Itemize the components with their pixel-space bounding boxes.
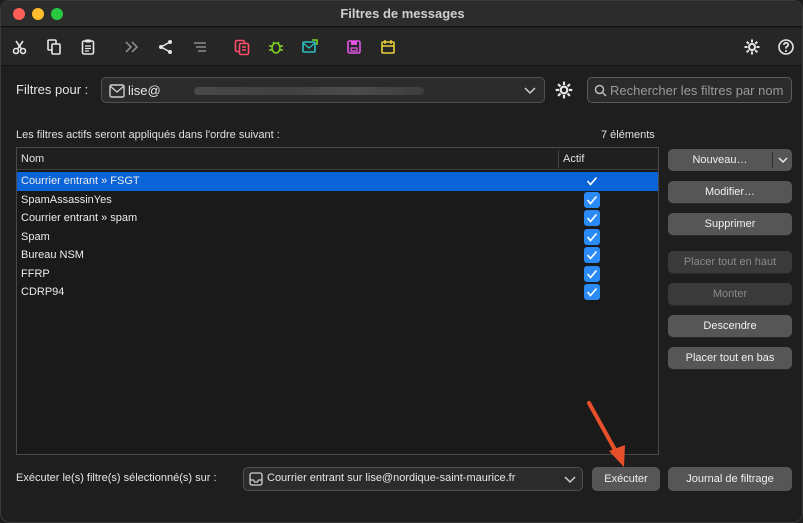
check-icon <box>586 287 598 297</box>
folder-icon[interactable] <box>377 36 399 58</box>
move-to-bottom-button[interactable]: Placer tout en bas <box>668 347 792 369</box>
list-header: Nom Actif <box>17 148 658 170</box>
filters-window: Filtres de messages Filtres pour: lise@… <box>0 0 803 523</box>
filter-log-button[interactable]: Journal de filtrage <box>668 467 792 491</box>
filter-row[interactable]: SpamAssassinYes <box>17 191 658 210</box>
account-icon <box>109 84 125 98</box>
order-description: Les filtres actifs seront appliqués dans… <box>16 129 280 141</box>
copy-to-icon[interactable] <box>231 36 253 58</box>
annotation-arrow <box>587 401 625 467</box>
save-icon[interactable] <box>343 36 365 58</box>
check-icon <box>586 213 598 223</box>
filter-name: Spam <box>21 230 50 243</box>
column-name-header[interactable]: Nom <box>21 153 44 165</box>
run-filters-label: Exécuter le(s) filtre(s) sélectionné(s) … <box>16 472 217 484</box>
move-up-button[interactable]: Monter <box>668 283 792 305</box>
check-icon <box>586 195 598 205</box>
new-filter-split-button: Nouveau… <box>668 149 792 171</box>
chevron-down-icon <box>564 476 576 484</box>
filter-row[interactable]: CDRP94 <box>17 283 658 302</box>
chevron-down-icon <box>778 157 787 163</box>
filter-name: Bureau NSM <box>21 249 84 261</box>
filter-name: Courrier entrant » FSGT <box>21 175 140 187</box>
settings-icon[interactable] <box>741 36 763 58</box>
active-checkbox[interactable] <box>584 228 600 245</box>
forward-icon[interactable] <box>121 36 143 58</box>
check-icon <box>586 232 598 242</box>
edit-filter-button[interactable]: Modifier… <box>668 181 792 203</box>
column-divider <box>558 150 559 168</box>
active-checkbox[interactable] <box>584 173 600 189</box>
chevron-down-icon <box>524 87 536 95</box>
filter-row[interactable]: Spam <box>17 228 658 247</box>
filter-name: Courrier entrant » spam <box>21 212 138 224</box>
run-folder-value: Courrier entrant sur lise@nordique-saint… <box>267 472 516 484</box>
list-icon[interactable] <box>189 36 211 58</box>
active-checkbox[interactable] <box>584 265 600 282</box>
check-icon <box>586 269 598 279</box>
window-title: Filtres de messages <box>340 6 465 21</box>
redacted-email <box>194 87 424 95</box>
items-count: 7 éléments <box>601 129 655 141</box>
filters-for-row: Filtres pour : lise@ <box>1 77 802 105</box>
run-folder-select[interactable]: Courrier entrant sur lise@nordique-saint… <box>243 467 583 491</box>
help-icon[interactable] <box>775 36 797 58</box>
new-filter-button[interactable]: Nouveau… <box>668 149 772 171</box>
active-checkbox[interactable] <box>584 247 600 263</box>
paste-icon[interactable] <box>77 36 99 58</box>
filters-for-label: Filtres pour : <box>16 82 89 97</box>
filters-list[interactable]: Nom Actif Courrier entrant » FSGT SpamAs… <box>16 147 659 455</box>
filter-row[interactable]: Courrier entrant » FSGT <box>17 172 658 191</box>
filter-name: CDRP94 <box>21 286 65 298</box>
mail-send-icon[interactable] <box>299 36 321 58</box>
move-to-top-button[interactable]: Placer tout en haut <box>668 251 792 273</box>
copy-icon[interactable] <box>43 36 65 58</box>
cut-icon[interactable] <box>9 36 31 58</box>
filter-row[interactable]: FFRP <box>17 265 658 284</box>
new-filter-menu-button[interactable] <box>773 149 792 171</box>
filter-search[interactable] <box>587 77 792 103</box>
active-checkbox[interactable] <box>584 210 600 226</box>
bug-icon[interactable] <box>265 36 287 58</box>
filter-row[interactable]: Courrier entrant » spam <box>17 209 658 228</box>
title-bar: Filtres de messages <box>1 1 802 27</box>
filter-rows: Courrier entrant » FSGT SpamAssassinYes … <box>17 172 658 302</box>
search-input[interactable] <box>610 82 790 99</box>
account-select[interactable]: lise@ <box>101 77 545 103</box>
filter-name: FFRP <box>21 267 50 280</box>
account-settings-icon[interactable] <box>554 80 574 100</box>
share-icon[interactable] <box>155 36 177 58</box>
delete-filter-button[interactable]: Supprimer <box>668 213 792 235</box>
account-select-value: lise@ <box>128 83 161 98</box>
move-down-button[interactable]: Descendre <box>668 315 792 337</box>
check-icon <box>586 250 598 260</box>
toolbar <box>1 28 802 66</box>
inbox-icon <box>249 472 263 486</box>
active-checkbox[interactable] <box>584 191 600 208</box>
filter-name: SpamAssassinYes <box>21 193 112 206</box>
column-active-header[interactable]: Actif <box>563 153 584 165</box>
run-filters-row: Exécuter le(s) filtre(s) sélectionné(s) … <box>1 467 802 493</box>
filter-row[interactable]: Bureau NSM <box>17 246 658 265</box>
check-icon <box>586 176 598 186</box>
active-checkbox[interactable] <box>584 284 600 300</box>
search-icon <box>594 84 607 97</box>
